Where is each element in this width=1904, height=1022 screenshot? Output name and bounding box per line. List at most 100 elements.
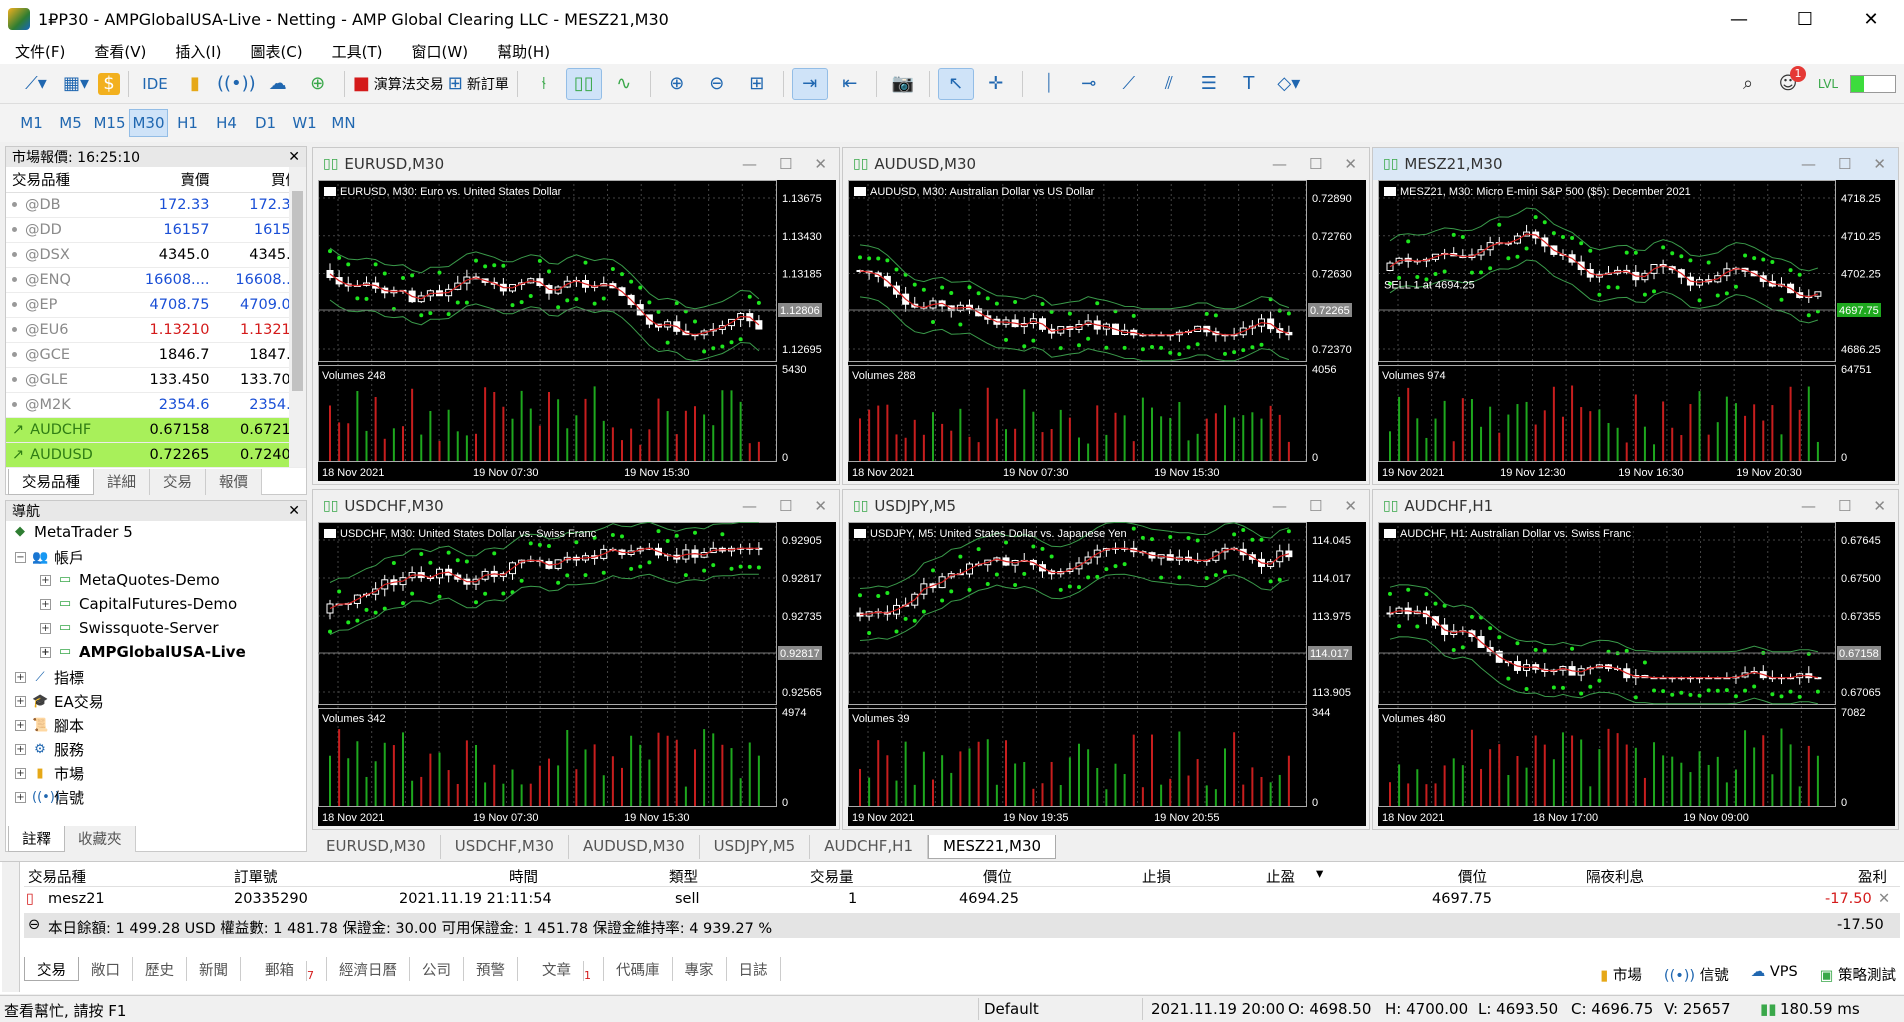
tab-common[interactable]: 註釋 [8, 826, 65, 852]
expand-icon[interactable]: + [15, 720, 26, 731]
autoscroll-icon[interactable]: ⇥ [791, 67, 828, 100]
market-watch-row[interactable]: ↗ AUDUSD 0.72265 0.72409 [6, 442, 306, 468]
menu-insert[interactable]: 插入(I) [160, 41, 235, 62]
chart-tab-usdjpy[interactable]: USDJPY,M5 [700, 835, 811, 859]
th-tp[interactable]: 止盈 [1266, 866, 1295, 887]
close-icon[interactable]: ✕ [814, 497, 827, 515]
zoom-in-icon[interactable]: ⊕ [659, 68, 695, 100]
market-bag-icon[interactable]: ▮ [177, 68, 213, 100]
chart-tab-eurusd[interactable]: EURUSD,M30 [312, 835, 441, 859]
tab-mailbox[interactable]: 郵箱 7 [241, 957, 327, 982]
market-watch-scrollbar[interactable] [289, 167, 306, 467]
th-current-price[interactable]: 價位 [1458, 866, 1487, 887]
tab-news[interactable]: 新聞 [187, 957, 241, 981]
ide-button[interactable]: IDE [137, 68, 173, 100]
nav-section-item[interactable]: + 📜 腳本 [15, 715, 84, 736]
tab-codebase[interactable]: 代碼庫 [604, 957, 673, 981]
market-watch-row[interactable]: @M2K 2354.6 2354.7 [6, 392, 306, 418]
minimize-icon[interactable]: — [1801, 497, 1816, 515]
nav-section-item[interactable]: + ▮ 市場 [15, 763, 84, 784]
account-icon[interactable]: ☺ 1 [1770, 65, 1806, 100]
zoom-out-icon[interactable]: ⊖ [699, 68, 735, 100]
close-icon[interactable]: ✕ [1873, 155, 1886, 173]
fibo-icon[interactable]: ☰ [1191, 68, 1227, 100]
tab-experts[interactable]: 專家 [673, 957, 727, 981]
sort-down-icon[interactable]: ▾ [1316, 866, 1323, 882]
market-watch-row[interactable]: @DSX 4345.0 4345.5 [6, 242, 306, 268]
chart-tab-audchf[interactable]: AUDCHF,H1 [810, 835, 928, 859]
nav-account-item[interactable]: + ▭ CapitalFutures-Demo [40, 595, 237, 613]
chart-window-audusd[interactable]: ▯▯ AUDUSD,M30 — ☐ ✕ 0.72890 0.72760 0.72630 0.72… [842, 147, 1370, 485]
minimize-icon[interactable]: — [1272, 497, 1287, 515]
tab-history[interactable]: 歷史 [133, 957, 187, 981]
collapse-icon[interactable]: − [15, 552, 26, 563]
col-bid[interactable]: 賣價 [125, 167, 216, 193]
chart-tab-mesz21[interactable]: MESZ21,M30 [927, 835, 1057, 859]
th-volume[interactable]: 交易量 [810, 866, 854, 887]
expand-icon[interactable]: + [40, 646, 51, 658]
th-swap[interactable]: 隔夜利息 [1586, 866, 1644, 887]
collapse-icon[interactable]: ⊖ [28, 917, 40, 933]
chart-window-mesz21[interactable]: ▯▯MESZ21,M30—☐✕4718.254710.254702.254694… [1372, 147, 1899, 485]
search-icon[interactable]: ⌕ [1730, 68, 1766, 100]
tab-tester[interactable]: ▣ 策略測試 [1820, 964, 1896, 985]
market-watch-row[interactable]: @ENQ 16608.... 16608.... [6, 267, 306, 293]
tab-articles[interactable]: 文章 1 [518, 957, 604, 982]
chart-canvas[interactable]: 0.929050.928170.927350.926500.925650.928… [318, 522, 836, 826]
expand-icon[interactable]: + [40, 622, 51, 634]
chart-canvas[interactable]: 0.676450.675000.673550.672100.670650.671… [1378, 522, 1895, 826]
nav-section-item[interactable]: + 🎓 EA交易 [15, 691, 104, 712]
chart-window-audchf[interactable]: ▯▯AUDCHF,H1—☐✕0.676450.675000.673550.672… [1372, 489, 1899, 830]
new-chart-icon[interactable]: ▦▾ [58, 68, 94, 100]
minimize-icon[interactable]: — [1801, 155, 1816, 173]
chart-canvas[interactable]: 1.136751.134301.131851.129401.126951.128… [318, 180, 836, 481]
chart-titlebar[interactable]: ▯▯ USDJPY,M5 — ☐ ✕ [843, 490, 1369, 522]
trade-row[interactable]: ▯ mesz21 20335290 2021.11.19 21:11:54 se… [24, 887, 1900, 912]
maximize-icon[interactable]: ☐ [1309, 497, 1322, 515]
tab-details[interactable]: 詳細 [94, 469, 150, 495]
minimize-icon[interactable]: — [1706, 0, 1772, 38]
chart-tab-usdchf[interactable]: USDCHF,M30 [441, 835, 569, 859]
close-icon[interactable]: ✕ [1873, 497, 1886, 515]
bar-chart-icon[interactable]: ⫮ [526, 68, 562, 100]
tab-calendar[interactable]: 經濟日曆 [327, 957, 410, 981]
tf-h4[interactable]: H4 [207, 109, 246, 137]
chart-titlebar[interactable]: ▯▯ EURUSD,M30 — ☐ ✕ [313, 148, 839, 180]
chart-window-usdjpy[interactable]: ▯▯ USDJPY,M5 — ☐ ✕ 114.045 114.017 113.975 113.9… [842, 489, 1370, 830]
chart-titlebar[interactable]: ▯▯ AUDUSD,M30 — ☐ ✕ [843, 148, 1369, 180]
chart-titlebar[interactable]: ▯▯ USDCHF,M30 — ☐ ✕ [313, 490, 839, 522]
th-symbol[interactable]: 交易品種 [28, 866, 86, 887]
menu-charts[interactable]: 圖表(C) [235, 41, 316, 62]
trendline-icon[interactable]: ⟋ [1111, 68, 1147, 100]
th-type[interactable]: 類型 [669, 866, 698, 887]
community-icon[interactable]: ⊕ [300, 68, 336, 100]
line-chart-icon[interactable]: ∿ [606, 68, 642, 100]
vertical-line-icon[interactable]: ⏐ [1031, 68, 1067, 100]
signals-icon[interactable]: ((•)) [217, 68, 256, 100]
chart-type-icon[interactable]: ⟋▾ [18, 68, 54, 100]
tf-m30[interactable]: M30 [129, 109, 168, 137]
expand-icon[interactable]: + [15, 768, 26, 779]
expand-icon[interactable]: + [15, 792, 26, 803]
algo-trading-button[interactable]: ■ 演算法交易 [353, 68, 444, 100]
maximize-icon[interactable]: ☐ [779, 497, 792, 515]
maximize-icon[interactable]: ☐ [1838, 155, 1851, 173]
tab-signals[interactable]: ((•)) 信號 [1664, 964, 1729, 985]
tab-exposure[interactable]: 敞口 [79, 957, 133, 981]
close-icon[interactable]: ✕ [288, 503, 300, 519]
th-ticket[interactable]: 訂單號 [234, 866, 278, 887]
nav-accounts[interactable]: − 👥 帳戶 [15, 547, 84, 568]
chart-canvas[interactable]: 0.728900.727600.726300.725000.723700.722… [848, 180, 1366, 481]
market-watch-row[interactable]: @DB 172.33 172.34 [6, 192, 306, 218]
tab-symbols[interactable]: 交易品種 [8, 469, 94, 495]
nav-account-item[interactable]: + ▭ Swissquote-Server [40, 619, 219, 637]
close-icon[interactable]: ✕ [288, 149, 300, 165]
text-icon[interactable]: T [1231, 68, 1267, 100]
menu-window[interactable]: 窗口(W) [397, 41, 483, 62]
chart-canvas[interactable]: 4718.254710.254702.254694.254686.254697.… [1378, 180, 1895, 481]
chart-titlebar[interactable]: ▯▯ AUDCHF,H1 — ☐ ✕ [1373, 490, 1898, 522]
candlestick-icon[interactable]: ▯▯ [565, 67, 602, 100]
expand-icon[interactable]: + [40, 574, 51, 586]
nav-account-item[interactable]: + ▭ AMPGlobalUSA-Live [40, 643, 246, 661]
status-profile[interactable]: Default [984, 1000, 1039, 1018]
